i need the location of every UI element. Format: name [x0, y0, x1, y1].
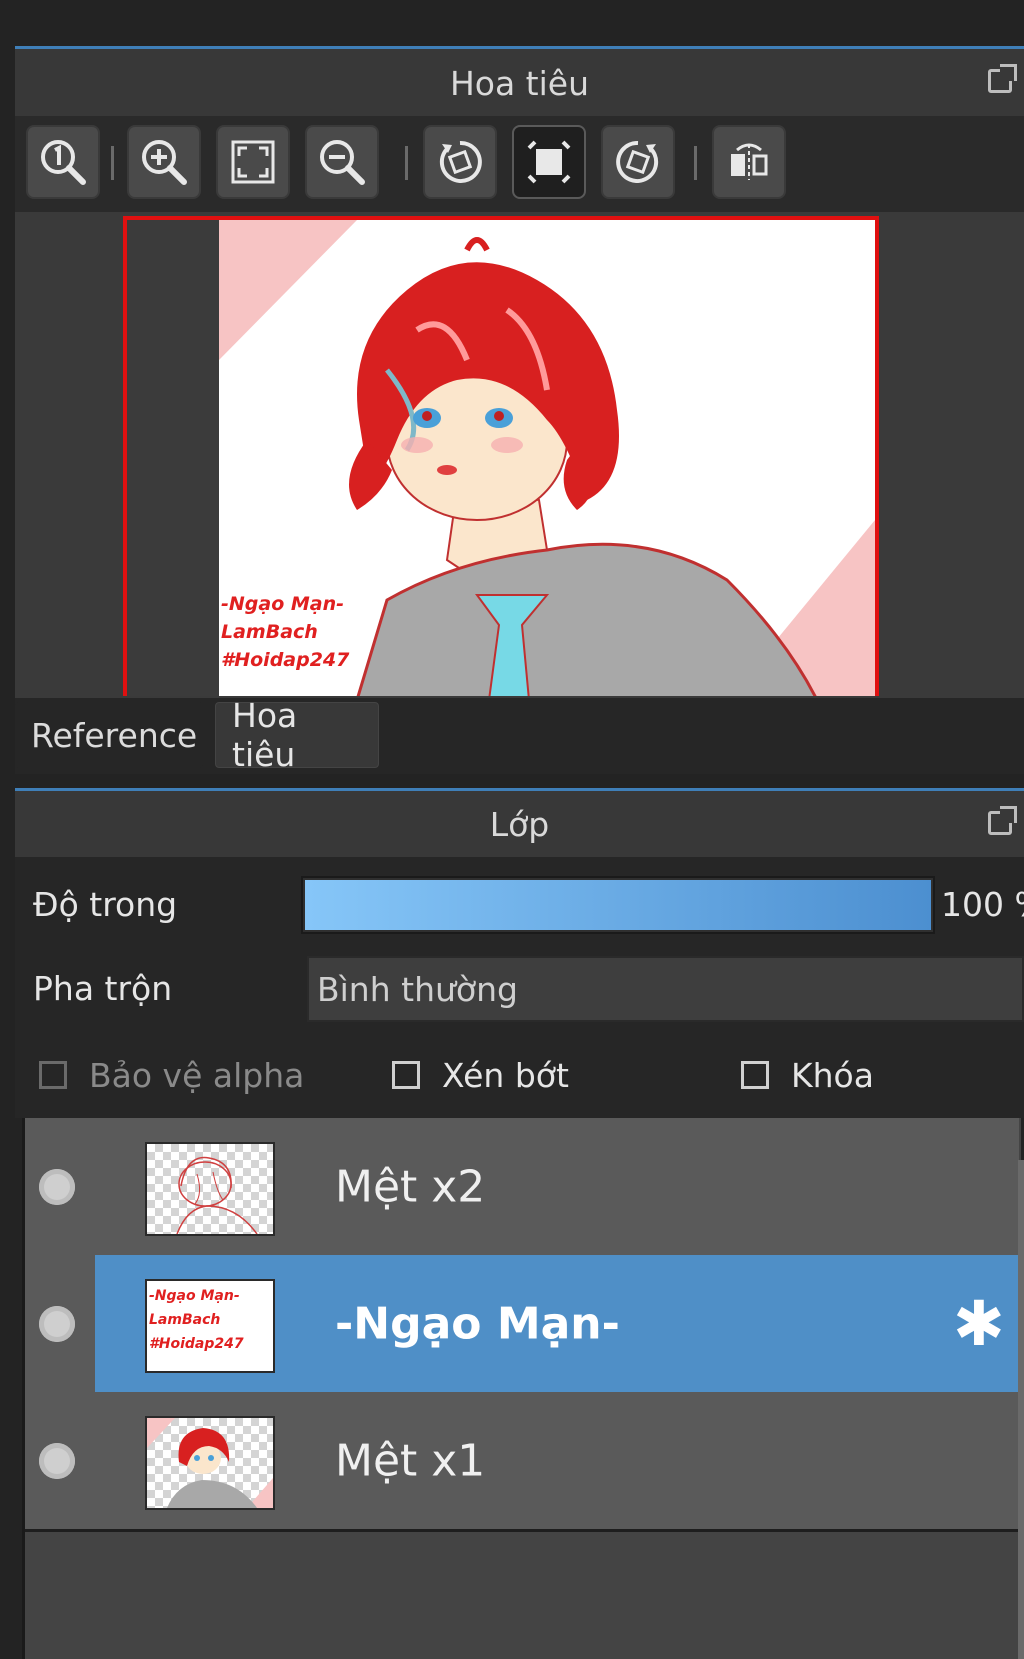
protect-alpha-checkbox[interactable]: Bảo vệ alpha: [39, 1035, 304, 1115]
popout-icon[interactable]: [988, 64, 1017, 93]
watermark-text: -Ngạo Mạn- LamBach #Hoidap247: [221, 590, 349, 674]
layer-thumbnail: [145, 1141, 275, 1236]
fit-to-screen-icon: [231, 140, 275, 184]
layer-list: Mệt x2 -Ngạo Mạn- LamBach #Hoidap247 -Ng…: [22, 1118, 1021, 1659]
popout-icon[interactable]: [988, 806, 1017, 835]
lock-label: Khóa: [791, 1055, 874, 1095]
watermark-line: #Hoidap247: [221, 649, 350, 671]
reset-rotation-icon: [527, 140, 571, 184]
flip-horizontal-icon: [731, 143, 768, 180]
toolbar-separator: [111, 146, 114, 180]
zoom-actual-button[interactable]: [26, 125, 100, 199]
navigator-panel-header: Hoa tiêu: [15, 49, 1024, 117]
blend-mode-value: Bình thường: [317, 969, 518, 1009]
rotate-left-button[interactable]: [423, 125, 497, 199]
navigator-title: Hoa tiêu: [449, 63, 590, 103]
layers-title: Lớp: [489, 804, 550, 844]
toolbar-separator: [694, 146, 697, 180]
checkbox-box: [392, 1061, 420, 1089]
layer-thumbnail: [145, 1415, 275, 1510]
layer-name: -Ngạo Mạn-: [335, 1298, 620, 1349]
artwork-thumbnail-image: [147, 1417, 273, 1508]
opacity-value: 100 %: [941, 884, 1024, 924]
tab-navigator[interactable]: Hoa tiêu: [215, 696, 379, 774]
zoom-in-button[interactable]: [127, 125, 201, 199]
visibility-toggle-icon[interactable]: [39, 1168, 75, 1205]
zoom-out-button[interactable]: [305, 125, 379, 199]
thumbnail-text-line: -Ngạo Mạn-: [149, 1287, 240, 1304]
visibility-toggle-icon[interactable]: [39, 1442, 75, 1479]
blend-label: Pha trộn: [33, 968, 173, 1008]
clipping-checkbox[interactable]: Xén bớt: [392, 1035, 569, 1115]
navigator-preview[interactable]: -Ngạo Mạn- LamBach #Hoidap247: [15, 212, 1024, 698]
top-strip: [0, 0, 1024, 46]
thumbnail-text-line: LamBach: [149, 1311, 221, 1328]
lock-checkbox[interactable]: Khóa: [741, 1035, 874, 1115]
checkbox-box: [741, 1061, 769, 1089]
rotate-left-icon: [439, 140, 482, 183]
tab-reference[interactable]: Reference: [15, 702, 203, 768]
gear-icon[interactable]: ✱: [953, 1287, 1005, 1360]
opacity-row: Độ trong 100 %: [15, 864, 1024, 944]
blend-row: Pha trộn Bình thường: [15, 948, 1024, 1028]
zoom-out-icon: [320, 140, 365, 185]
toolbar-separator: [405, 146, 408, 180]
rotate-right-icon: [616, 140, 659, 183]
layer-row[interactable]: Mệt x2: [25, 1118, 1019, 1258]
sketch-thumbnail-image: [176, 1156, 258, 1234]
panel-tab-bar: Reference Hoa tiêu: [15, 696, 1024, 774]
zoom-actual-icon: [41, 140, 86, 185]
checkbox-box: [39, 1061, 67, 1089]
layer-options-row: Bảo vệ alpha Xén bớt Khóa: [15, 1035, 1024, 1115]
layer-name: Mệt x1: [335, 1435, 486, 1486]
viewport-frame[interactable]: -Ngạo Mạn- LamBach #Hoidap247: [123, 216, 879, 696]
flip-horizontal-button[interactable]: [712, 125, 786, 199]
protect-alpha-label: Bảo vệ alpha: [89, 1055, 305, 1095]
watermark-line: -Ngạo Mạn-: [221, 593, 345, 615]
fit-to-screen-button[interactable]: [216, 125, 290, 199]
blend-mode-select[interactable]: Bình thường: [307, 956, 1024, 1022]
watermark-line: LamBach: [221, 621, 318, 643]
opacity-slider[interactable]: [301, 876, 935, 934]
reset-rotation-button[interactable]: [512, 125, 586, 199]
opacity-slider-fill: [305, 880, 931, 930]
layer-thumbnail: -Ngạo Mạn- LamBach #Hoidap247: [145, 1278, 275, 1373]
layer-row-selected[interactable]: -Ngạo Mạn- LamBach #Hoidap247 -Ngạo Mạn-…: [25, 1255, 1019, 1395]
layer-name: Mệt x2: [335, 1161, 486, 1212]
layers-panel-header: Lớp: [15, 791, 1024, 857]
thumbnail-text: -Ngạo Mạn- LamBach #Hoidap247: [149, 1284, 244, 1356]
opacity-label: Độ trong: [33, 884, 178, 924]
navigator-toolbar: [15, 116, 1024, 212]
zoom-in-icon: [142, 140, 187, 185]
visibility-toggle-icon[interactable]: [39, 1305, 75, 1342]
thumbnail-text-line: #Hoidap247: [149, 1335, 244, 1352]
layer-list-scrollbar[interactable]: [1018, 1160, 1024, 1659]
layer-row[interactable]: Mệt x1: [25, 1392, 1019, 1532]
clipping-label: Xén bớt: [442, 1055, 569, 1095]
rotate-right-button[interactable]: [601, 125, 675, 199]
